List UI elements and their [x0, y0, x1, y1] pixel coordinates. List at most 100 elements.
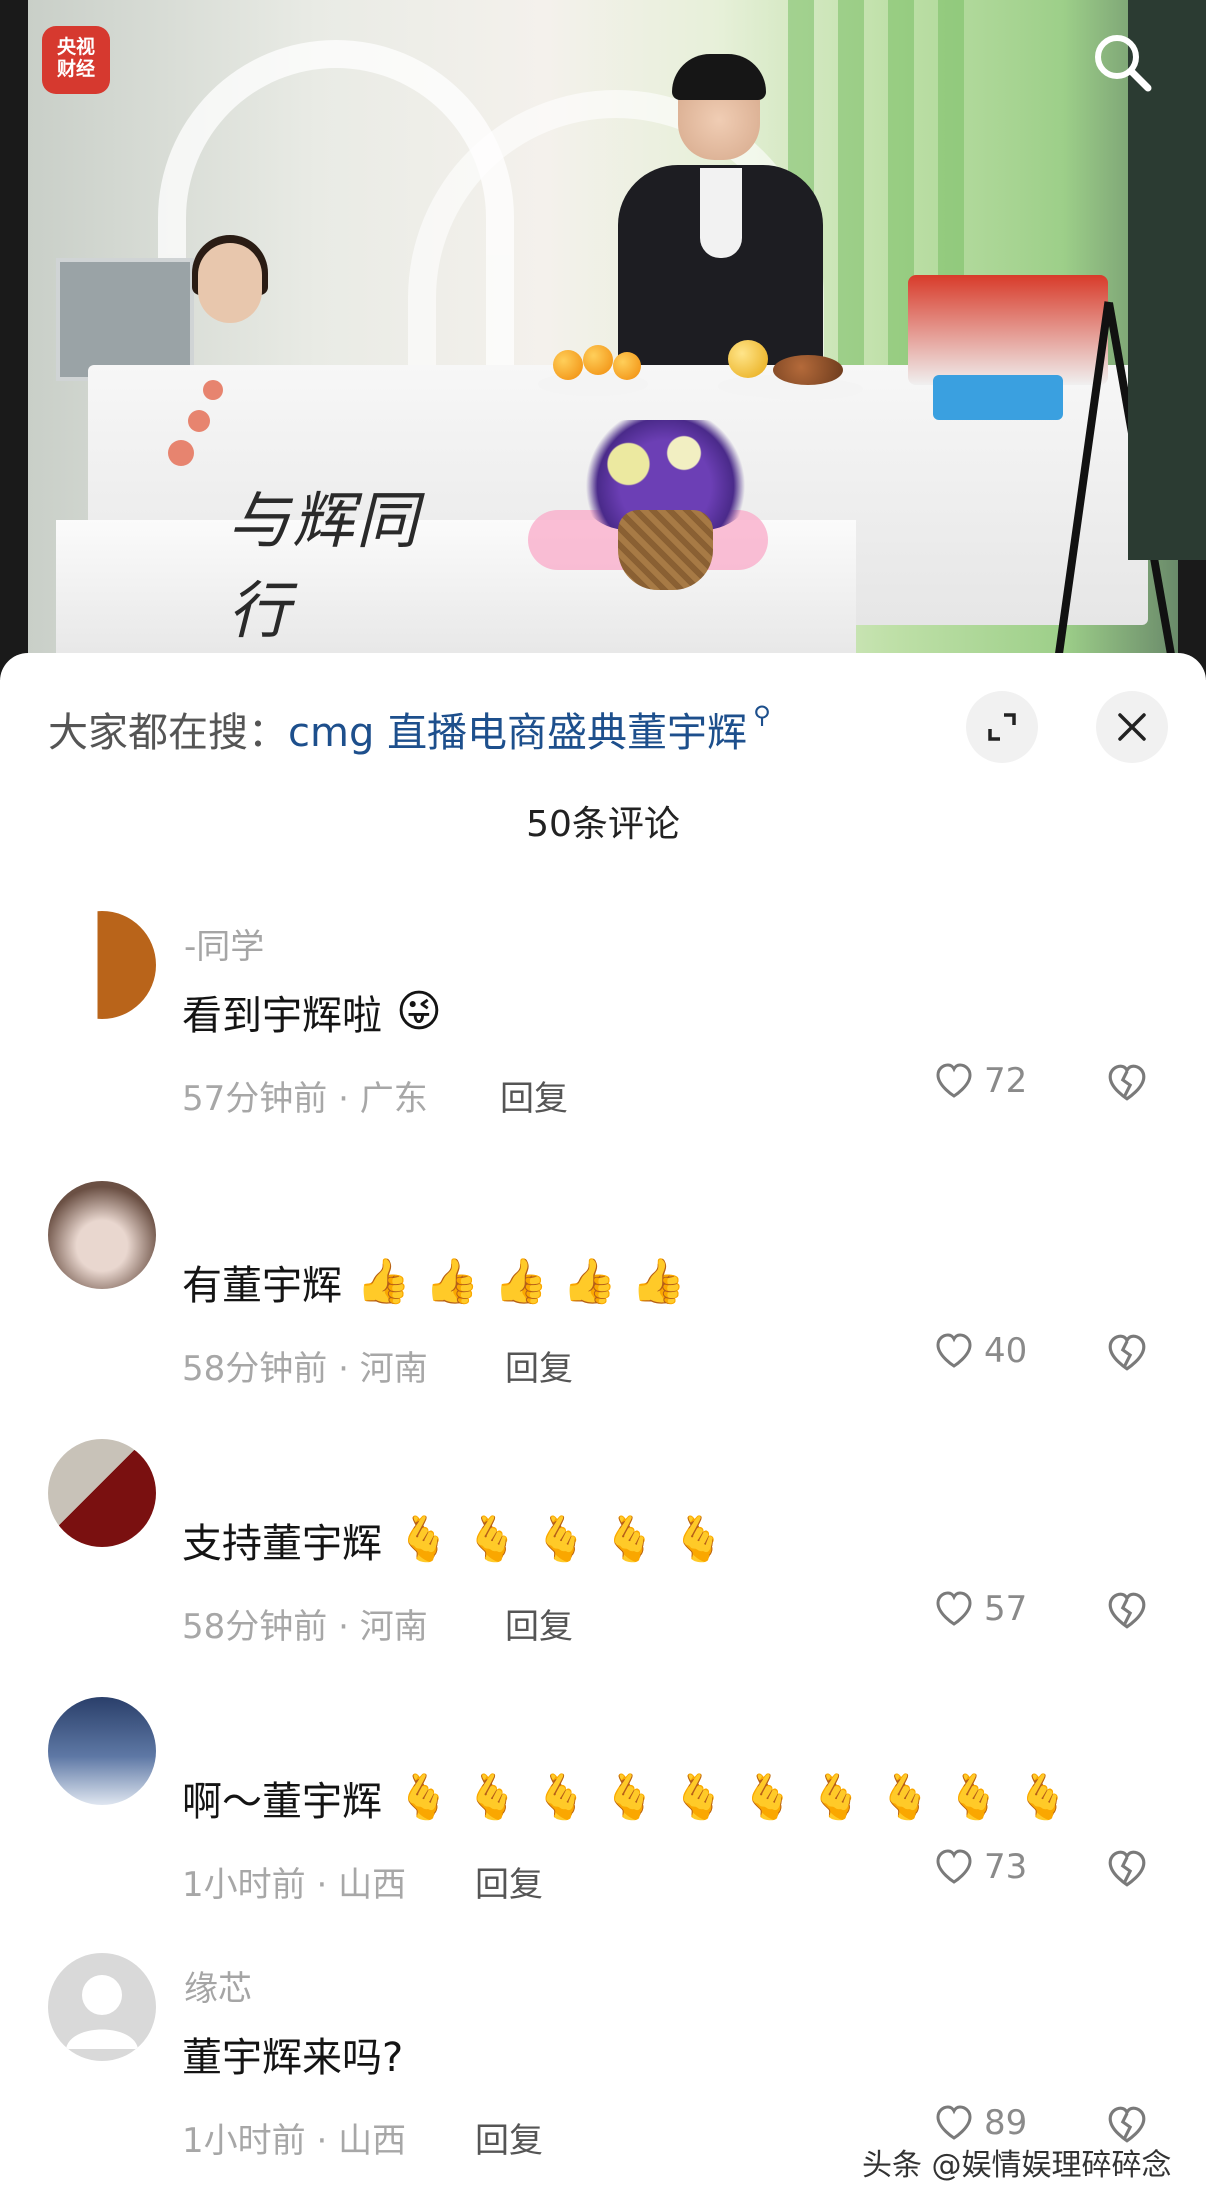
- reply-button[interactable]: 回复: [475, 1857, 543, 1906]
- like-button[interactable]: 40: [934, 1331, 1027, 1371]
- comment-region: 河南: [359, 1607, 428, 1647]
- comment-body: 看到宇辉啦: [182, 993, 382, 1039]
- like-button[interactable]: 73: [934, 1847, 1027, 1887]
- like-button[interactable]: 89: [934, 2103, 1027, 2143]
- dislike-button[interactable]: [1106, 1849, 1148, 1893]
- like-button[interactable]: 57: [934, 1589, 1027, 1629]
- comment-text: 有董宇辉 👍 👍 👍 👍 👍: [182, 1253, 686, 1311]
- comment-meta: 1小时前 · 山西: [182, 2113, 406, 2162]
- meta-separator: ·: [338, 1349, 360, 1389]
- video-player[interactable]: 与辉同行 央视 财经: [0, 0, 1206, 680]
- emoji-icon: 🫰: [602, 1772, 658, 1823]
- search-icon[interactable]: [1090, 30, 1154, 94]
- comment-item: -同学 看到宇辉啦 😜 57分钟前 · 广东 回复 72: [0, 911, 1206, 1151]
- emoji-icon: 🫰: [1015, 1772, 1070, 1823]
- emoji-icon: 😜: [396, 986, 442, 1037]
- orange: [553, 350, 583, 380]
- trending-search-prefix: 大家都在搜：: [48, 710, 288, 756]
- avatar[interactable]: [48, 1697, 156, 1805]
- trending-search[interactable]: 大家都在搜： cmg 直播电商盛典董宇辉 ⚲: [48, 699, 771, 759]
- meta-separator: ·: [316, 2121, 339, 2161]
- broken-heart-icon: [1108, 1064, 1146, 1101]
- search-icon: ⚲: [753, 701, 771, 729]
- comment-text: 看到宇辉啦 😜: [182, 983, 442, 1041]
- emoji-icon: 👍: [562, 1256, 618, 1307]
- emoji-icon: 👍: [631, 1256, 686, 1307]
- comment-meta: 58分钟前 · 河南: [182, 1341, 428, 1390]
- orange: [583, 345, 613, 375]
- emoji-icon: 🫰: [671, 1772, 726, 1823]
- close-icon: [1118, 713, 1146, 741]
- emoji-icon: 🫰: [464, 1772, 520, 1823]
- emoji-icon: 👍: [493, 1256, 549, 1307]
- comment-meta: 57分钟前 · 广东: [182, 1071, 428, 1120]
- desk-sign: 与辉同行: [228, 484, 421, 647]
- food: [773, 355, 843, 385]
- emoji-icon: 👍: [356, 1256, 411, 1307]
- backdrop-stripe: [838, 0, 864, 420]
- blossom: [203, 380, 223, 400]
- dislike-button[interactable]: [1106, 1063, 1148, 1107]
- emoji-icon: 🫰: [464, 1514, 520, 1565]
- comment-region: 山西: [338, 2121, 407, 2161]
- host: [608, 54, 828, 375]
- emoji-icon: 🫰: [671, 1514, 726, 1565]
- dislike-button[interactable]: [1106, 1333, 1148, 1377]
- reply-button[interactable]: 回复: [505, 1599, 573, 1648]
- meta-separator: ·: [338, 1607, 360, 1647]
- heart-icon: [936, 1849, 972, 1884]
- like-count: 72: [984, 1061, 1028, 1101]
- broken-heart-icon: [1108, 1334, 1146, 1371]
- like-button[interactable]: 72: [934, 1061, 1027, 1101]
- comment-item: 有董宇辉 👍 👍 👍 👍 👍 58分钟前 · 河南 回复 40: [0, 1181, 1206, 1421]
- comment-region: 广东: [359, 1079, 428, 1119]
- broken-heart-icon: [1108, 1850, 1146, 1887]
- comment-time: 1小时前: [182, 1865, 306, 1905]
- comment-time: 57分钟前: [182, 1079, 328, 1119]
- reply-button[interactable]: 回复: [505, 1341, 573, 1390]
- avatar[interactable]: [48, 1953, 156, 2061]
- emoji-icon: 🫰: [533, 1514, 589, 1565]
- comment-item: 支持董宇辉 🫰 🫰 🫰 🫰 🫰 58分钟前 · 河南 回复 57: [0, 1439, 1206, 1679]
- meta-separator: ·: [338, 1079, 360, 1119]
- comment-time: 58分钟前: [182, 1607, 328, 1647]
- broken-heart-icon: [1108, 2106, 1146, 2143]
- comment-time: 1小时前: [182, 2121, 306, 2161]
- reply-button[interactable]: 回复: [475, 2113, 543, 2162]
- dislike-button[interactable]: [1106, 1591, 1148, 1635]
- channel-logo-line2: 财经: [56, 58, 95, 80]
- avatar[interactable]: [48, 1181, 156, 1289]
- comment-sheet: 大家都在搜： cmg 直播电商盛典董宇辉 ⚲ 50条评论 -同学 看到宇辉啦 😜 …: [0, 653, 1206, 2208]
- comment-meta: 58分钟前 · 河南: [182, 1599, 428, 1648]
- comment-time: 58分钟前: [182, 1349, 328, 1389]
- comment-username[interactable]: 缘芯: [184, 1961, 252, 2010]
- comment-region: 河南: [359, 1349, 428, 1389]
- comment-text: 支持董宇辉 🫰 🫰 🫰 🫰 🫰: [182, 1511, 726, 1569]
- video-frame: 与辉同行: [28, 0, 1179, 680]
- close-button[interactable]: [1096, 691, 1168, 763]
- comment-body: 有董宇辉: [182, 1263, 342, 1309]
- expand-button[interactable]: [966, 691, 1038, 763]
- jar: [728, 340, 768, 378]
- avatar[interactable]: [48, 911, 156, 1019]
- blue-box: [933, 375, 1063, 420]
- emoji-icon: 🫰: [739, 1772, 795, 1823]
- comment-username[interactable]: -同学: [184, 919, 264, 968]
- emoji-icon: 🫰: [396, 1772, 451, 1823]
- watermark: 头条 @娱情娱理碎碎念: [862, 2148, 1172, 2183]
- snack-bags: [908, 275, 1108, 385]
- blossom: [168, 440, 194, 466]
- flower-basket: [618, 510, 713, 590]
- emoji-icon: 🫰: [808, 1772, 864, 1823]
- channel-logo: 央视 财经: [42, 26, 110, 94]
- blossom: [188, 410, 210, 432]
- expand-icon: [988, 713, 1016, 741]
- trending-search-query[interactable]: cmg 直播电商盛典董宇辉: [288, 700, 747, 758]
- orange: [613, 352, 641, 380]
- channel-logo-line1: 央视: [56, 36, 95, 58]
- reply-button[interactable]: 回复: [500, 1071, 568, 1120]
- avatar[interactable]: [48, 1439, 156, 1547]
- heart-icon: [936, 2105, 972, 2140]
- emoji-icon: 🫰: [602, 1514, 658, 1565]
- broken-heart-icon: [1108, 1592, 1146, 1629]
